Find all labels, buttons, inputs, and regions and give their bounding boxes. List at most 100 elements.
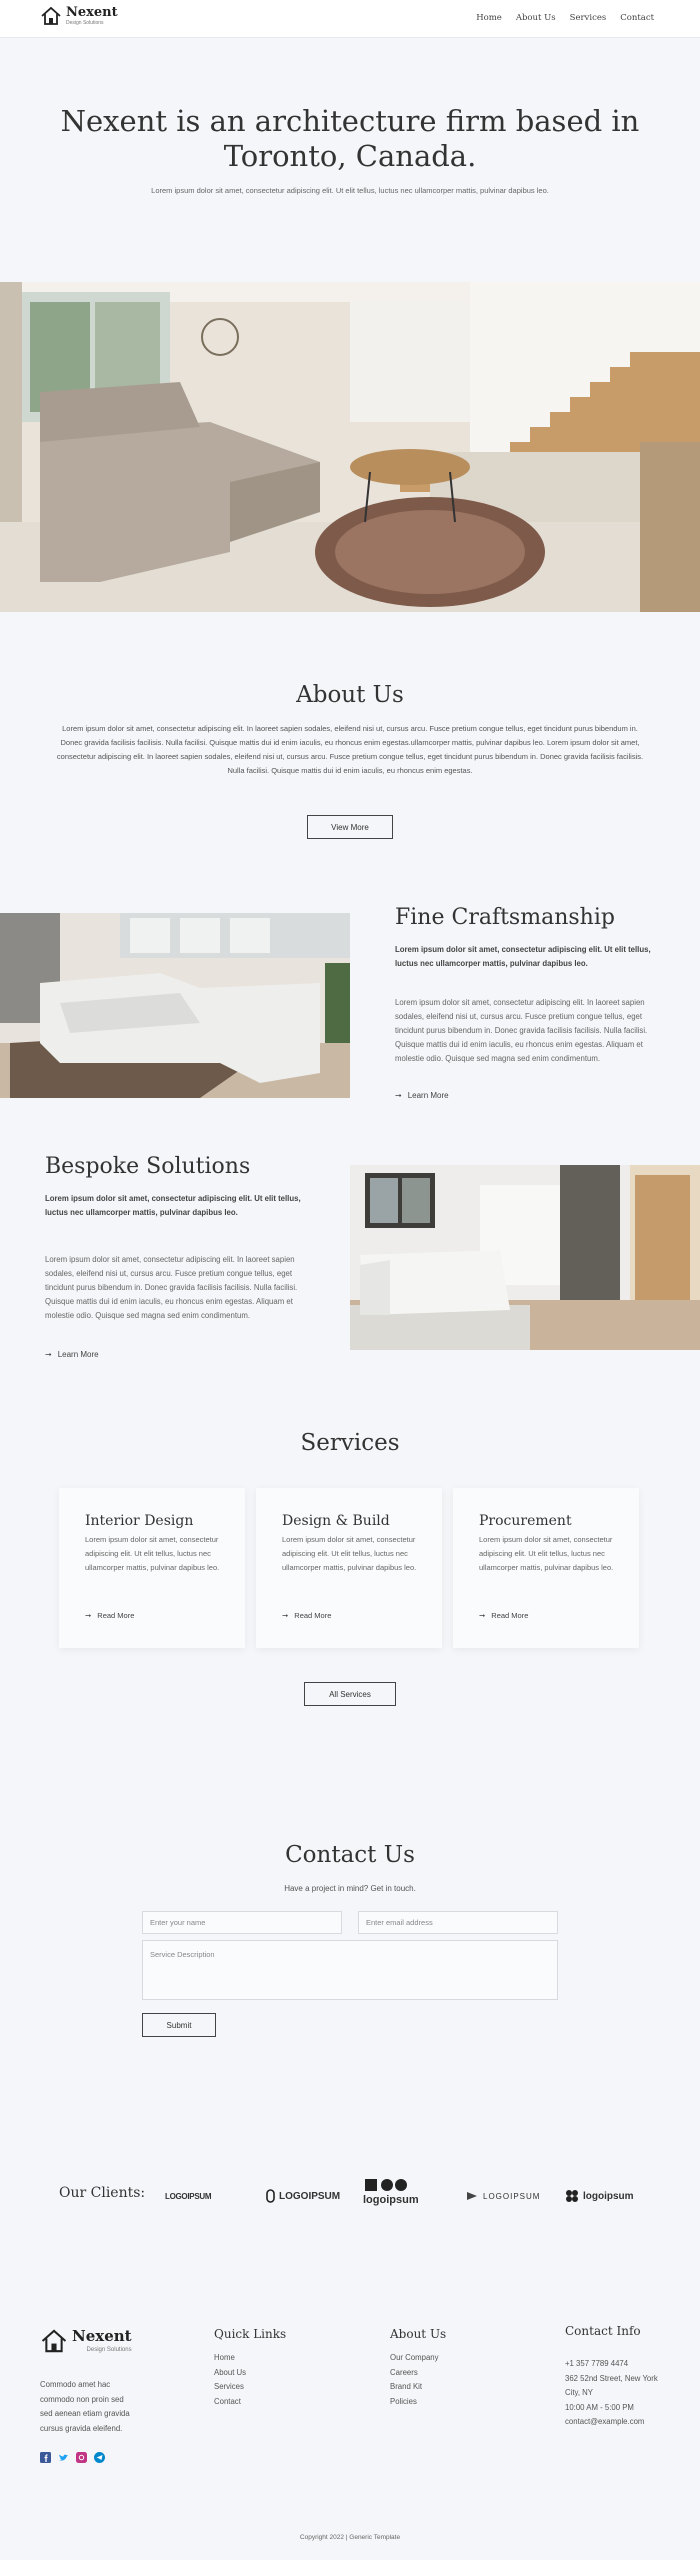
footer-link-policies[interactable]: Policies — [390, 2395, 439, 2410]
service-read-more-link[interactable]: ➞ Read More — [85, 1611, 134, 1620]
telegram-icon[interactable] — [94, 2452, 105, 2463]
brand-name: Nexent — [66, 5, 118, 20]
social-links — [40, 2452, 105, 2463]
craftsmanship-learn-more-link[interactable]: ➞ Learn More — [395, 1091, 449, 1100]
description-textarea[interactable]: Service Description — [142, 1940, 558, 2000]
service-read-more-link[interactable]: ➞ Read More — [282, 1611, 331, 1620]
client-logo-4: LOGOIPSUM — [465, 2178, 540, 2214]
arrow-right-icon: ➞ — [85, 1611, 92, 1620]
footer-brand-name: Nexent — [72, 2327, 132, 2345]
contact-title: Contact Us — [285, 1842, 415, 1868]
site-header: Nexent Design Solutions Home About Us Se… — [0, 0, 700, 38]
footer-link-services[interactable]: Services — [214, 2380, 246, 2395]
hero-subtitle: Lorem ipsum dolor sit amet, consectetur … — [151, 186, 549, 195]
footer-link-contact[interactable]: Contact — [214, 2395, 246, 2410]
client-mark-icon — [365, 2179, 407, 2191]
service-card-procurement[interactable]: Procurement Lorem ipsum dolor sit amet, … — [453, 1488, 639, 1648]
house-logo-icon — [41, 6, 61, 25]
arrow-right-icon: ➞ — [45, 1350, 52, 1359]
client-mark-icon — [467, 2192, 477, 2200]
contact-subtitle: Have a project in mind? Get in touch. — [284, 1884, 416, 1893]
service-card-title: Procurement — [479, 1513, 572, 1529]
bespoke-learn-more-link[interactable]: ➞ Learn More — [45, 1350, 99, 1359]
arrow-right-icon: ➞ — [282, 1611, 289, 1620]
clients-label: Our Clients: — [59, 2185, 146, 2201]
service-card-title: Design & Build — [282, 1513, 390, 1529]
brand-tagline: Design Solutions — [66, 20, 104, 26]
name-input[interactable]: Enter your name — [142, 1911, 342, 1934]
read-more-label: Read More — [491, 1611, 529, 1620]
email-input[interactable]: Enter email address — [358, 1911, 558, 1934]
footer-about-list: Our Company Careers Brand Kit Policies — [390, 2351, 439, 2409]
hero-title: Nexent is an architecture firm based in … — [60, 104, 640, 173]
bespoke-lead: Lorem ipsum dolor sit amet, consectetur … — [45, 1194, 301, 1217]
facebook-icon[interactable] — [40, 2452, 51, 2463]
main-nav: Home About Us Services Contact — [476, 13, 654, 23]
footer-link-careers[interactable]: Careers — [390, 2366, 439, 2381]
instagram-icon[interactable] — [76, 2452, 87, 2463]
service-card-title: Interior Design — [85, 1513, 194, 1529]
client-logo-5: logoipsum — [565, 2178, 634, 2214]
nav-services[interactable]: Services — [570, 13, 607, 23]
twitter-icon[interactable] — [58, 2452, 69, 2463]
client-logo-3: logoipsum — [363, 2178, 419, 2214]
arrow-right-icon: ➞ — [395, 1091, 402, 1100]
about-title: About Us — [296, 682, 404, 708]
house-logo-icon — [41, 2329, 67, 2353]
craftsmanship-sofa-image — [0, 913, 350, 1098]
learn-more-label: Learn More — [407, 1091, 449, 1100]
service-card-interior-design[interactable]: Interior Design Lorem ipsum dolor sit am… — [59, 1488, 245, 1648]
client-logo-text: LOGOIPSUM — [483, 2191, 541, 2201]
nav-contact[interactable]: Contact — [620, 13, 654, 23]
client-logo-text: LOGOIPSUM — [279, 2190, 341, 2202]
footer-description: Commodo amet hac commodo non proin sed s… — [40, 2380, 130, 2433]
contact-hours: 10:00 AM - 5:00 PM — [565, 2402, 634, 2412]
client-logo-2: LOGOIPSUM — [266, 2178, 340, 2214]
client-mark-icon — [566, 2190, 578, 2202]
service-card-text: Lorem ipsum dolor sit amet, consectetur … — [282, 1535, 417, 1572]
about-body: Lorem ipsum dolor sit amet, consectetur … — [56, 724, 644, 775]
client-logo-1: LOGOIPSUM — [165, 2178, 212, 2214]
quick-links-title: Quick Links — [214, 2327, 287, 2341]
service-card-text: Lorem ipsum dolor sit amet, consectetur … — [85, 1535, 220, 1572]
brand-logo[interactable]: Nexent Design Solutions — [40, 6, 118, 26]
contact-email[interactable]: contact@example.com — [565, 2415, 661, 2430]
craftsmanship-lead: Lorem ipsum dolor sit amet, consectetur … — [395, 945, 651, 968]
client-logo-text: logoipsum — [583, 2190, 634, 2202]
footer-about-title: About Us — [390, 2327, 447, 2341]
footer-brand-logo[interactable]: Nexent Design Solutions — [40, 2328, 132, 2354]
all-services-button[interactable]: All Services — [304, 1682, 396, 1706]
quick-links-list: Home About Us Services Contact — [214, 2351, 246, 2409]
client-logo-text: LOGOIPSUM — [165, 2191, 212, 2201]
hero-living-room-image — [0, 282, 700, 612]
client-logo-text: logoipsum — [363, 2194, 419, 2206]
read-more-label: Read More — [97, 1611, 135, 1620]
service-card-text: Lorem ipsum dolor sit amet, consectetur … — [479, 1535, 614, 1572]
submit-button[interactable]: Submit — [142, 2013, 216, 2037]
footer-brand-tagline: Design Solutions — [86, 2347, 132, 2353]
view-more-button[interactable]: View More — [307, 815, 393, 839]
arrow-right-icon: ➞ — [479, 1611, 486, 1620]
contact-info-list: +1 357 7789 4474 362 52nd Street, New Yo… — [565, 2357, 661, 2430]
learn-more-label: Learn More — [57, 1350, 99, 1359]
craftsmanship-body: Lorem ipsum dolor sit amet, consectetur … — [395, 998, 648, 1063]
footer-link-home[interactable]: Home — [214, 2351, 246, 2366]
service-card-design-build[interactable]: Design & Build Lorem ipsum dolor sit ame… — [256, 1488, 442, 1648]
footer-link-our-company[interactable]: Our Company — [390, 2351, 439, 2366]
bespoke-kitchen-image — [350, 1165, 700, 1350]
client-mark-icon — [266, 2189, 275, 2203]
craftsmanship-title: Fine Craftsmanship — [395, 905, 615, 930]
contact-address: 362 52nd Street, New York City, NY — [565, 2373, 658, 2398]
bespoke-title: Bespoke Solutions — [45, 1154, 251, 1179]
contact-phone[interactable]: +1 357 7789 4474 — [565, 2357, 661, 2372]
nav-about[interactable]: About Us — [516, 13, 556, 23]
service-read-more-link[interactable]: ➞ Read More — [479, 1611, 528, 1620]
footer-link-brand-kit[interactable]: Brand Kit — [390, 2380, 439, 2395]
bespoke-body: Lorem ipsum dolor sit amet, consectetur … — [45, 1255, 298, 1320]
contact-info-title: Contact Info — [565, 2324, 641, 2338]
copyright: Copyright 2022 | Generic Template — [299, 2534, 401, 2541]
nav-home[interactable]: Home — [476, 13, 502, 23]
read-more-label: Read More — [294, 1611, 332, 1620]
footer-link-about[interactable]: About Us — [214, 2366, 246, 2381]
services-title: Services — [300, 1430, 400, 1456]
